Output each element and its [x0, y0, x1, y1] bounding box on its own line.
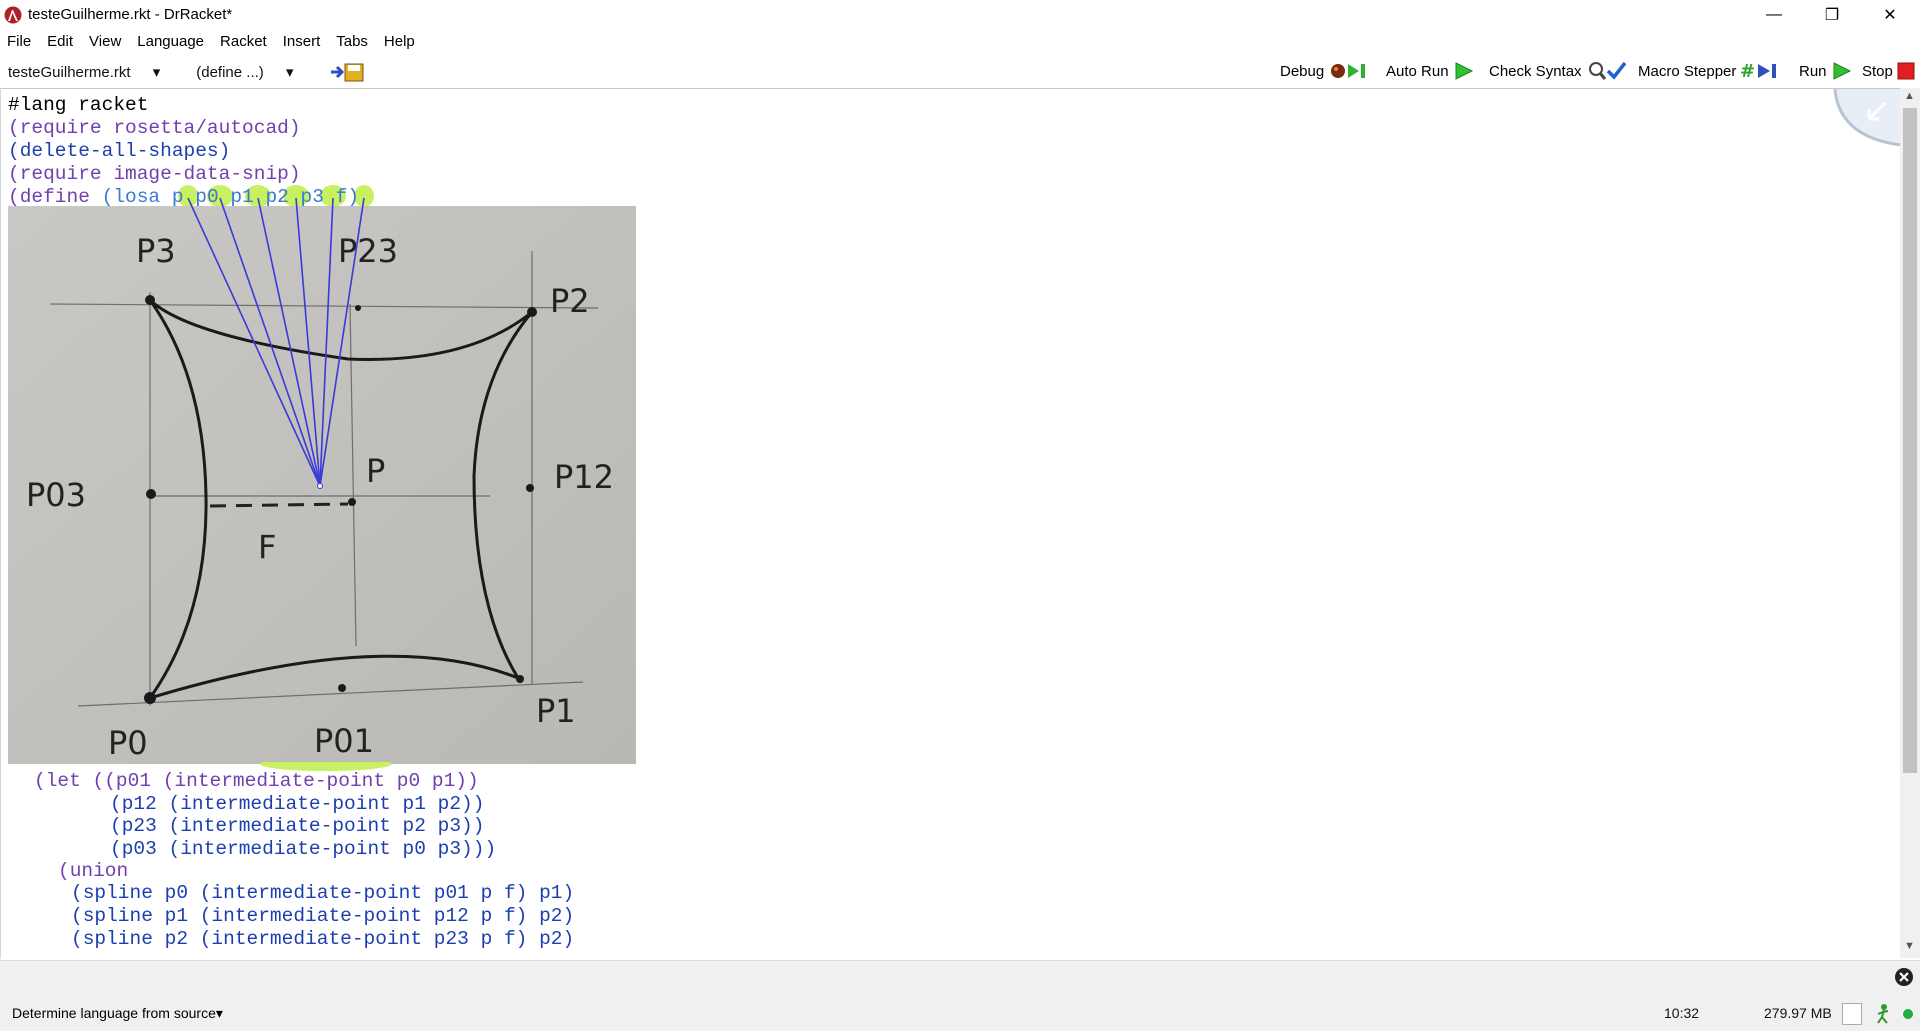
dropdown-arrow-icon: ▾ [215, 1005, 223, 1021]
label-p2: P2 [550, 282, 590, 320]
memory-usage: 279.97 MB [1764, 1005, 1832, 1021]
debug-label: Debug [1280, 62, 1325, 80]
scroll-thumb[interactable] [1903, 108, 1917, 773]
menu-help[interactable]: Help [384, 33, 415, 50]
code-line-3: (delete-all-shapes) [8, 140, 231, 162]
maximize-button[interactable]: ❐ [1803, 0, 1861, 30]
minimize-icon: — [1766, 6, 1782, 23]
code-line-10: (union [58, 860, 128, 883]
label-p23: P23 [338, 232, 398, 270]
macro-stepper-button[interactable]: Macro Stepper # [1638, 61, 1780, 81]
menu-view[interactable]: View [89, 33, 121, 50]
stop-button[interactable]: Stop [1862, 61, 1917, 81]
let-line: (let ((p01 (intermediate-point p0 p1)) [34, 770, 479, 792]
cursor-position: 10:32 [1664, 1005, 1700, 1021]
title-bar: testeGuilherme.rkt - DrRacket* — ❐ ✕ [0, 0, 1920, 30]
define-keyword: (define [8, 186, 90, 208]
code-line-6: (let ((p01 (intermediate-point p0 p1)) [34, 770, 479, 793]
window-title: testeGuilherme.rkt - DrRacket* [28, 6, 233, 23]
label-f: F [258, 528, 276, 566]
drracket-logo-icon [4, 6, 22, 24]
svg-text:#: # [1740, 61, 1755, 81]
check-syntax-label: Check Syntax [1489, 62, 1582, 80]
menu-tabs[interactable]: Tabs [336, 33, 368, 50]
union-line: (union [58, 860, 129, 882]
code-line-2: (require rosetta/autocad) [8, 117, 301, 139]
close-button[interactable]: ✕ [1861, 0, 1919, 30]
define-signature: (losa p p0 p1 p2 p3 f) [89, 186, 360, 208]
menu-insert[interactable]: Insert [283, 33, 321, 50]
auto-run-label: Auto Run [1386, 62, 1449, 80]
label-p01: P01 [314, 722, 374, 760]
close-interactions-icon[interactable] [1894, 967, 1914, 987]
label-p: P [366, 452, 385, 490]
menu-file[interactable]: File [7, 33, 31, 50]
macro-stepper-icon: # [1740, 61, 1777, 81]
dropdown-arrow-icon: ▾ [152, 64, 161, 81]
auto-run-button[interactable]: Auto Run [1386, 61, 1475, 81]
code-line-9: (p03 (intermediate-point p0 p3))) [110, 838, 496, 861]
close-icon: ✕ [1883, 7, 1897, 24]
debug-button[interactable]: Debug [1280, 61, 1368, 81]
label-p0: P0 [108, 724, 148, 762]
stop-label: Stop [1862, 62, 1893, 80]
code-line-13: (spline p2 (intermediate-point p23 p f) … [71, 928, 574, 951]
gc-indicator [1842, 1003, 1862, 1025]
label-p12: P12 [554, 458, 614, 496]
check-syntax-button[interactable]: Check Syntax [1489, 61, 1628, 81]
stop-icon [1897, 62, 1915, 80]
lang-line: #lang racket [8, 94, 149, 116]
define-dropdown-label: (define ...) [196, 64, 264, 81]
save-arrow-icon[interactable] [329, 62, 367, 82]
magnifier-check-icon [1588, 61, 1626, 80]
label-p3: P3 [136, 232, 176, 270]
code-line-1: #lang racket [8, 94, 148, 117]
code-line-11: (spline p0 (intermediate-point p01 p f) … [71, 882, 574, 905]
spline-line-1: (spline p0 (intermediate-point p01 p f) … [71, 882, 575, 904]
code-line-7: (p12 (intermediate-point p1 p2)) [110, 793, 484, 816]
dropdown-arrow-icon: ▾ [285, 64, 294, 81]
debug-icon [1331, 64, 1366, 78]
menu-racket[interactable]: Racket [220, 33, 267, 50]
play-icon [1455, 62, 1473, 80]
spline-line-2: (spline p1 (intermediate-point p12 p f) … [71, 905, 575, 927]
p03-binding: (p03 (intermediate-point p0 p3))) [110, 838, 497, 860]
image-snip[interactable]: P3 P23 P2 P03 P F P12 P0 P01 P1 [8, 206, 636, 764]
label-p1: P1 [536, 692, 576, 730]
run-play-icon [1833, 62, 1851, 80]
p12-binding: (p12 (intermediate-point p1 p2)) [110, 793, 485, 815]
menu-bar: File Edit View Language Racket Insert Ta… [0, 30, 1920, 52]
code-line-8: (p23 (intermediate-point p2 p3)) [110, 815, 484, 838]
sketch-image: P3 P23 P2 P03 P F P12 P0 P01 P1 [8, 206, 636, 764]
scroll-down-icon[interactable]: ▼ [1904, 940, 1915, 952]
define-dropdown[interactable]: (define ...) ▾ [196, 63, 311, 81]
run-label: Run [1799, 62, 1827, 80]
corner-peel-icon [1833, 89, 1901, 147]
status-bar: Determine language from source▾ 10:32 27… [0, 960, 1920, 1031]
macro-stepper-label: Macro Stepper [1638, 62, 1737, 80]
menu-edit[interactable]: Edit [47, 33, 73, 50]
vertical-scrollbar[interactable]: ▲ ▼ [1900, 88, 1920, 958]
language-label: Determine language from source [12, 1005, 216, 1021]
spline-line-3: (spline p2 (intermediate-point p23 p f) … [71, 928, 575, 950]
menu-language[interactable]: Language [137, 33, 204, 50]
p23-binding: (p23 (intermediate-point p2 p3)) [110, 815, 485, 837]
language-selector[interactable]: Determine language from source▾ [12, 1005, 223, 1022]
minimize-button[interactable]: — [1745, 0, 1803, 30]
maximize-icon: ❐ [1824, 7, 1840, 24]
toolbar: testeGuilherme.rkt ▾ (define ...) ▾ Debu… [0, 54, 1920, 86]
running-status-icon [1877, 1004, 1913, 1024]
file-dropdown[interactable]: testeGuilherme.rkt ▾ [8, 63, 178, 81]
run-button[interactable]: Run [1799, 61, 1853, 81]
label-p03: P03 [26, 476, 86, 514]
code-line-12: (spline p1 (intermediate-point p12 p f) … [71, 905, 574, 928]
file-dropdown-label: testeGuilherme.rkt [8, 64, 131, 81]
scroll-up-icon[interactable]: ▲ [1904, 90, 1915, 102]
